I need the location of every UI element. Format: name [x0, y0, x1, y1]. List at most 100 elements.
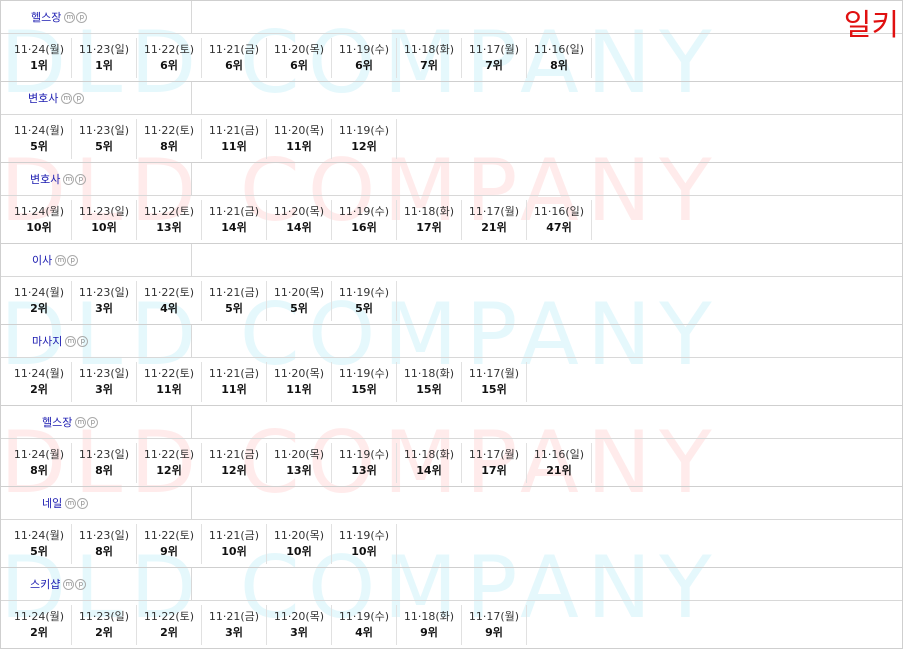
- mobile-icon[interactable]: m: [75, 416, 87, 428]
- rank-history-row: 11·24(월) 5위 11·23(일) 5위 11·22(토) 8위 11·21(금) 11…: [1, 115, 902, 162]
- rank-date: 11·24(월): [13, 42, 65, 56]
- rank-value: 5위: [225, 301, 243, 315]
- rank-date: 11·23(일): [78, 366, 130, 380]
- rank-date: 11·20(목): [273, 42, 325, 56]
- pc-icon[interactable]: p: [67, 254, 79, 266]
- keyword-link[interactable]: 헬스장: [31, 9, 61, 25]
- pc-icon[interactable]: p: [87, 416, 99, 428]
- keyword-block: 헬스장 m p 11·24(월) 1위 11·23(일) 1위 11·22(토) 6위 11·21…: [0, 0, 903, 81]
- rank-cell: 11·24(월) 2위: [7, 280, 72, 321]
- rank-cell: 11·18(화) 7위: [397, 37, 462, 78]
- rank-date: 11·17(월): [468, 609, 520, 623]
- rank-cell: 11·20(목) 11위: [267, 118, 332, 159]
- rank-cell: 11·17(월) 9위: [462, 604, 527, 645]
- rank-cell: 11·23(일) 3위: [72, 361, 137, 402]
- mobile-pc-icons: mp: [63, 11, 88, 23]
- mobile-icon[interactable]: m: [61, 92, 73, 104]
- rank-date: 11·24(월): [13, 366, 65, 380]
- rank-date: 11·22(토): [143, 204, 195, 218]
- keyword-link[interactable]: 변호사: [30, 171, 60, 187]
- rank-date: 11·23(일): [78, 123, 130, 137]
- rank-date: 11·17(월): [468, 447, 520, 461]
- rank-cell: 11·20(목) 14위: [267, 199, 332, 240]
- rank-cell: 11·21(금) 12위: [202, 442, 267, 483]
- rank-date: 11·23(일): [78, 285, 130, 299]
- rank-history-row: 11·24(월) 2위 11·23(일) 3위 11·22(토) 11위 11·21(금) 1…: [1, 358, 902, 405]
- rank-date: 11·23(일): [78, 447, 130, 461]
- rank-value: 8위: [550, 58, 568, 72]
- rank-cell: 11·19(수) 4위: [332, 604, 397, 645]
- keyword-block: 변호사 m p 11·24(월) 5위 11·23(일) 5위 11·22(토) 8위 11·21…: [0, 81, 903, 162]
- rank-date: 11·17(월): [468, 366, 520, 380]
- rank-date: 11·22(토): [143, 123, 195, 137]
- rank-value: 4위: [160, 301, 178, 315]
- rank-value: 9위: [485, 625, 503, 639]
- mobile-icon[interactable]: m: [63, 173, 75, 185]
- rank-date: 11·19(수): [338, 123, 390, 137]
- rank-cell: 11·18(화) 14위: [397, 442, 462, 483]
- rank-value: 9위: [160, 544, 178, 558]
- keyword-link[interactable]: 이사: [32, 252, 52, 268]
- rank-value: 21위: [546, 463, 572, 477]
- rank-cell: 11·20(목) 11위: [267, 361, 332, 402]
- keyword-link[interactable]: 스키샵: [30, 576, 60, 592]
- keyword-header-row: 네일 m p: [1, 487, 902, 520]
- rank-date: 11·24(월): [13, 123, 65, 137]
- keyword-header-row: 마사지 m p: [1, 325, 902, 358]
- rank-date: 11·23(일): [78, 609, 130, 623]
- rank-cell: 11·18(화) 17위: [397, 199, 462, 240]
- rank-value: 5위: [30, 139, 48, 153]
- rank-value: 7위: [485, 58, 503, 72]
- rank-value: 6위: [160, 58, 178, 72]
- keyword-link[interactable]: 마사지: [32, 333, 62, 349]
- rank-cell: 11·17(월) 15위: [462, 361, 527, 402]
- pc-icon[interactable]: p: [73, 92, 85, 104]
- rank-value: 15위: [481, 382, 507, 396]
- rank-value: 5위: [355, 301, 373, 315]
- rank-value: 12위: [156, 463, 182, 477]
- pc-icon[interactable]: p: [75, 578, 87, 590]
- rank-cell: 11·16(일) 8위: [527, 37, 592, 78]
- mobile-icon[interactable]: m: [65, 497, 77, 509]
- rank-cell: 11·19(수) 10위: [332, 523, 397, 564]
- rank-value: 14위: [286, 220, 312, 234]
- pc-icon[interactable]: p: [77, 497, 89, 509]
- rank-date: 11·24(월): [13, 609, 65, 623]
- rank-value: 13위: [351, 463, 377, 477]
- keyword-link[interactable]: 헬스장: [42, 414, 72, 430]
- rank-value: 17위: [481, 463, 507, 477]
- rank-date: 11·19(수): [338, 528, 390, 542]
- keyword-cell: 헬스장 m p: [1, 1, 192, 33]
- rank-value: 2위: [95, 625, 113, 639]
- mobile-pc-icons: mp: [62, 578, 87, 590]
- rank-cell: 11·17(월) 7위: [462, 37, 527, 78]
- rank-cell: 11·21(금) 6위: [202, 37, 267, 78]
- rank-cell: 11·19(수) 15위: [332, 361, 397, 402]
- mobile-icon[interactable]: m: [55, 254, 67, 266]
- keyword-link[interactable]: 변호사: [28, 90, 58, 106]
- keyword-block: 변호사 m p 11·24(월) 10위 11·23(일) 10위 11·22(토) 13위 11…: [0, 162, 903, 243]
- mobile-icon[interactable]: m: [63, 578, 75, 590]
- keyword-block: 마사지 m p 11·24(월) 2위 11·23(일) 3위 11·22(토) 11위 11·2…: [0, 324, 903, 405]
- rank-value: 47위: [546, 220, 572, 234]
- mobile-icon[interactable]: m: [64, 11, 76, 23]
- rank-date: 11·21(금): [208, 366, 260, 380]
- keyword-cell: 변호사 m p: [1, 163, 192, 195]
- rank-cell: 11·17(월) 17위: [462, 442, 527, 483]
- pc-icon[interactable]: p: [75, 173, 87, 185]
- rank-value: 10위: [221, 544, 247, 558]
- rank-cell: 11·19(수) 5위: [332, 280, 397, 321]
- rank-cell: 11·22(토) 8위: [137, 118, 202, 159]
- rank-cell: 11·22(토) 13위: [137, 199, 202, 240]
- rank-cell: 11·19(수) 12위: [332, 118, 397, 159]
- keyword-link[interactable]: 네일: [42, 495, 62, 511]
- rank-value: 11위: [286, 139, 312, 153]
- mobile-icon[interactable]: m: [65, 335, 77, 347]
- pc-icon[interactable]: p: [77, 335, 89, 347]
- rank-date: 11·16(일): [533, 204, 585, 218]
- pc-icon[interactable]: p: [76, 11, 88, 23]
- rank-date: 11·21(금): [208, 447, 260, 461]
- rank-value: 2위: [30, 301, 48, 315]
- rank-date: 11·21(금): [208, 285, 260, 299]
- rank-date: 11·16(일): [533, 447, 585, 461]
